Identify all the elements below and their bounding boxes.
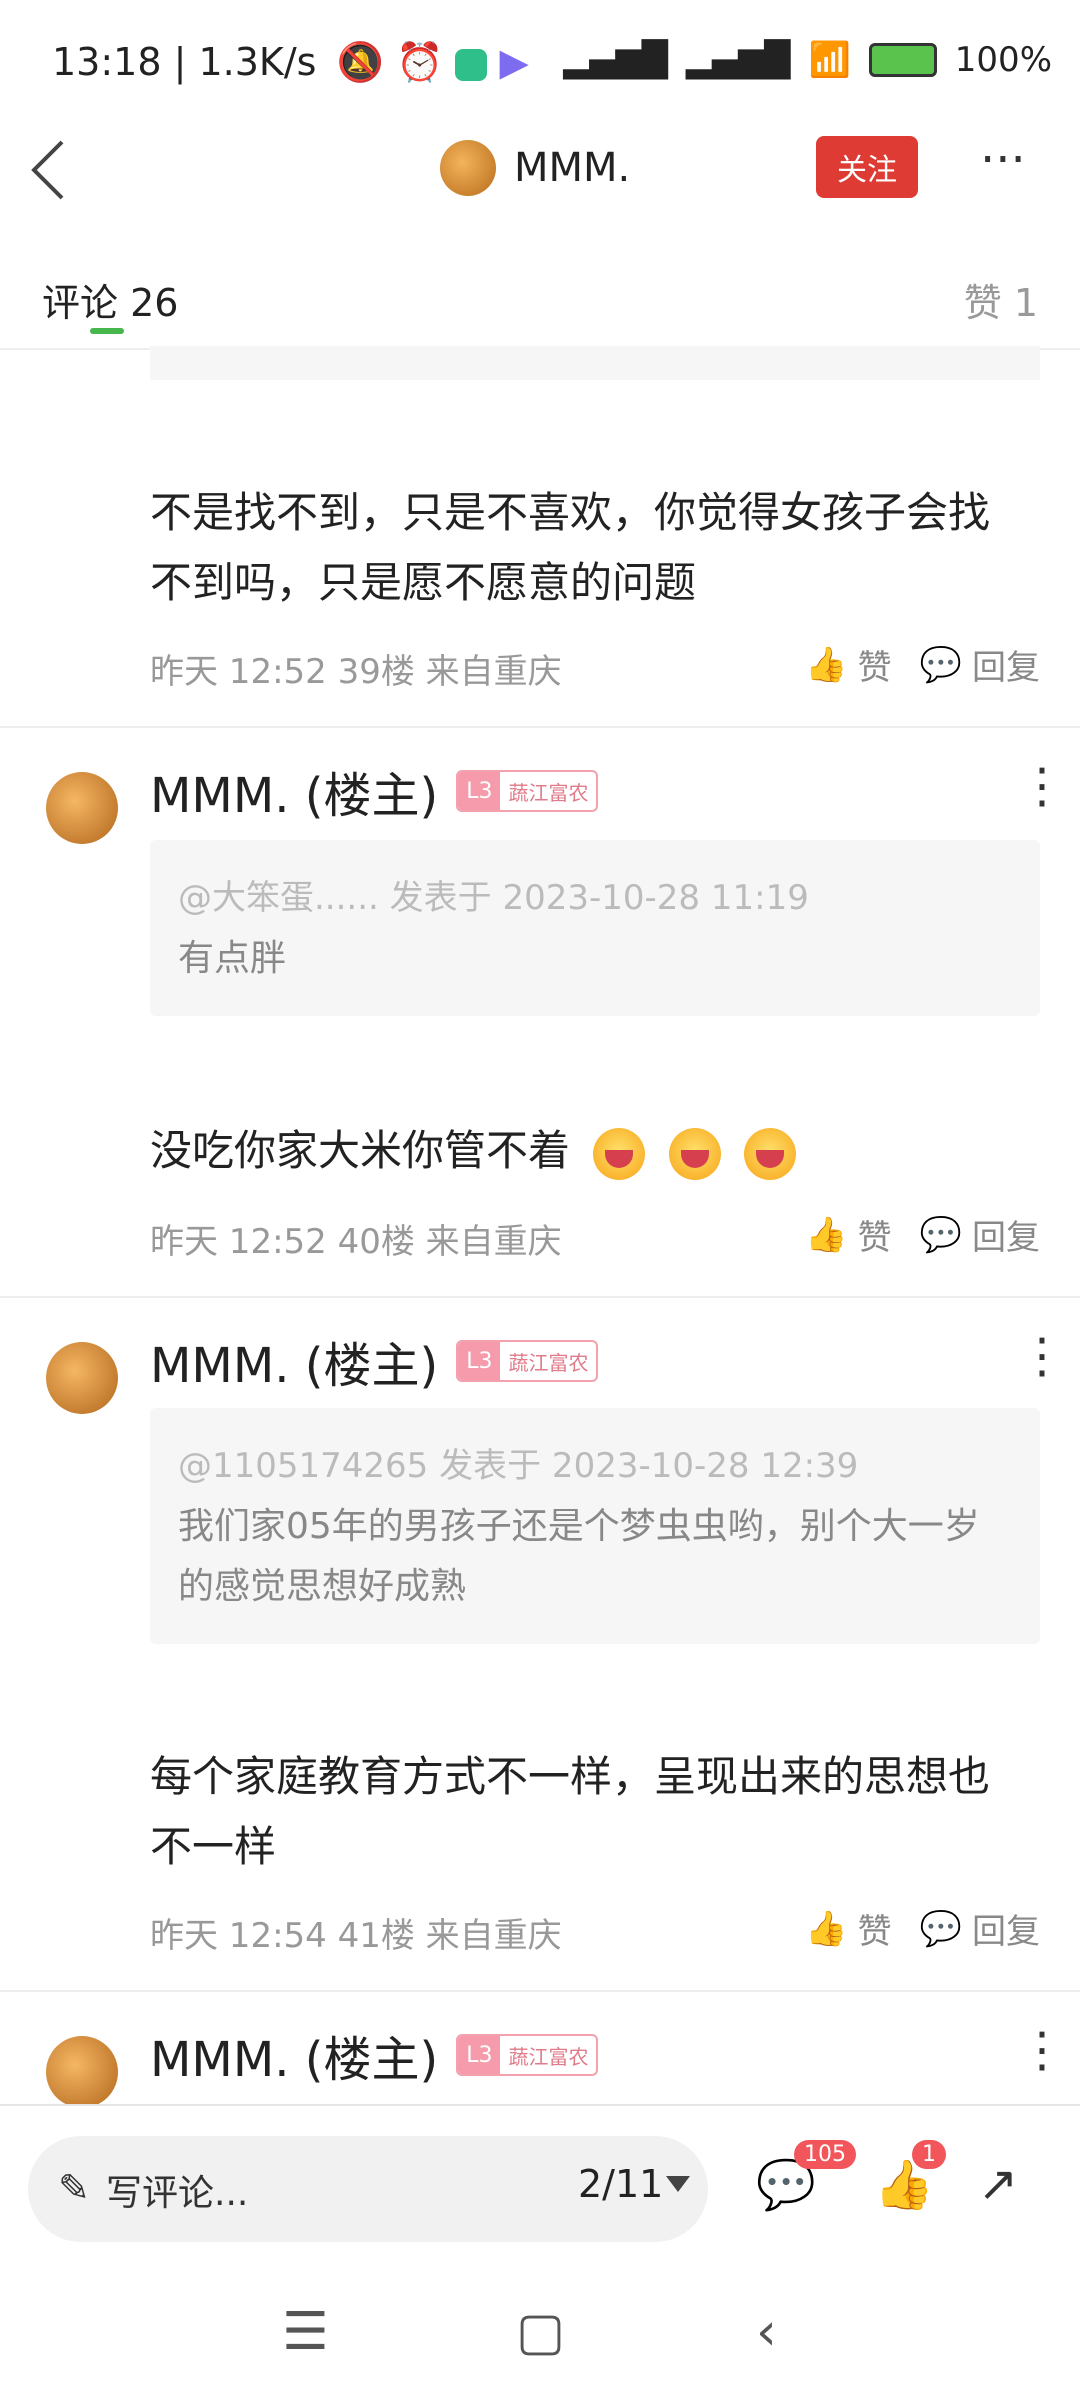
speech-bubble-icon: 💬 — [919, 1908, 962, 1949]
comments-count: 26 — [130, 281, 179, 325]
like-button[interactable]: 👍 赞 — [805, 640, 891, 689]
level-badge: L3 蔬江富农 — [456, 2034, 599, 2076]
follow-button[interactable]: 关注 — [816, 136, 918, 198]
author-row: MMM. (楼主) L3 蔬江富农 — [150, 756, 599, 826]
thumbs-up-icon: 👍 — [805, 1908, 848, 1949]
quote-ref: @大笨蛋...... 发表于 2023-10-28 11:19 — [178, 878, 809, 918]
app-icon — [455, 48, 488, 81]
share-icon[interactable]: ↗ — [978, 2156, 1018, 2212]
avatar[interactable] — [46, 2036, 118, 2108]
more-vertical-icon[interactable]: ⋮ — [1018, 758, 1066, 814]
author-row: MMM. (楼主) L3 蔬江富农 — [150, 2020, 599, 2090]
signal-icon: ▂▄▆█ — [563, 40, 668, 80]
menu-nav-icon[interactable]: ☰ — [282, 2302, 329, 2362]
divider — [0, 726, 1080, 728]
speech-bubble-icon: 💬 — [919, 1214, 962, 1255]
back-nav-icon[interactable]: ‹ — [756, 2302, 777, 2362]
comment-actions: 👍 赞 💬 回复 — [805, 1904, 1040, 1953]
author-row: MMM. (楼主) L3 蔬江富农 — [150, 1326, 599, 1396]
mute-icon: 🔕 — [336, 40, 384, 84]
quote-text: 有点胖 — [178, 938, 287, 979]
comments-count-badge: 105 — [794, 2140, 856, 2169]
quote-text: 我们家05年的男孩子还是个梦虫虫哟，别个大一岁的感觉思想好成熟 — [178, 1506, 980, 1607]
caret-down-icon[interactable] — [666, 2176, 690, 2192]
avatar[interactable] — [440, 140, 496, 196]
back-button[interactable] — [20, 130, 80, 210]
more-options-icon[interactable]: ··· — [980, 136, 1050, 190]
comment-actions: 👍 赞 💬 回复 — [805, 640, 1040, 689]
quote-block[interactable]: @1105174265 发表于 2023-10-28 12:39 我们家05年的… — [150, 1408, 1040, 1644]
wifi-icon: 📶 — [808, 40, 851, 80]
battery-icon — [868, 43, 937, 77]
comment-meta: 昨天 12:52 40楼 来自重庆 — [150, 1222, 562, 1262]
author-name[interactable]: MMM. (楼主) — [150, 2020, 438, 2090]
thumbs-up-icon: 👍 — [805, 1214, 848, 1255]
thumbs-up-icon: 👍 — [805, 644, 848, 685]
comment-text: 不是找不到，只是不喜欢，你觉得女孩子会找不到吗，只是愿不愿意的问题 — [150, 488, 991, 607]
home-nav-icon[interactable]: ▢ — [516, 2302, 565, 2362]
comment-body: 没吃你家大米你管不着 — [150, 1116, 1030, 1186]
divider — [0, 1296, 1080, 1298]
author-name[interactable]: MMM. (楼主) — [150, 756, 438, 826]
signal-icon: ▂▄▆█ — [685, 40, 791, 80]
tab-indicator — [90, 328, 124, 334]
laughing-emoji-icon — [668, 1127, 721, 1180]
reply-button[interactable]: 💬 回复 — [920, 1904, 1040, 1953]
quote-block-partial — [150, 346, 1040, 380]
avatar[interactable] — [46, 1342, 118, 1414]
tab-likes[interactable]: 赞 1 — [964, 272, 1038, 327]
divider — [0, 1990, 1080, 1992]
quote-block[interactable]: @大笨蛋...... 发表于 2023-10-28 11:19 有点胖 — [150, 840, 1040, 1016]
comment-text: 每个家庭教育方式不一样，呈现出来的思想也不一样 — [150, 1752, 991, 1871]
comment-input-placeholder: 写评论... — [106, 2173, 249, 2214]
laughing-emoji-icon — [744, 1127, 797, 1180]
page-indicator[interactable]: 2/11 — [578, 2162, 663, 2206]
avatar[interactable] — [46, 772, 118, 844]
tab-comments[interactable]: 评论 26 — [42, 272, 178, 327]
laughing-emoji-icon — [593, 1127, 646, 1180]
battery-percentage: 100% — [954, 40, 1052, 80]
speech-bubble-icon: 💬 — [919, 644, 962, 685]
more-vertical-icon[interactable]: ⋮ — [1018, 1328, 1066, 1384]
comment-text: 没吃你家大米你管不着 — [150, 1126, 571, 1175]
author-name[interactable]: MMM. (楼主) — [150, 1326, 438, 1396]
comment-actions: 👍 赞 💬 回复 — [805, 1210, 1040, 1259]
status-right: ▂▄▆█ ▂▄▆█ 📶 100% — [563, 40, 1052, 80]
status-bar: 13:18 | 1.3K/s 🔕 ⏰ ▶ ▂▄▆█ ▂▄▆█ 📶 100% — [0, 0, 1080, 120]
alarm-icon: ⏰ — [395, 40, 444, 84]
quote-ref: @1105174265 发表于 2023-10-28 12:39 — [178, 1446, 859, 1486]
more-vertical-icon[interactable]: ⋮ — [1018, 2022, 1066, 2078]
header-title-group: MMM. — [440, 140, 630, 196]
page-title: MMM. — [514, 145, 631, 191]
level-badge: L3 蔬江富农 — [456, 770, 599, 812]
like-button[interactable]: 👍 赞 — [805, 1904, 891, 1953]
status-time: 13:18 | 1.3K/s 🔕 ⏰ ▶ — [52, 40, 529, 84]
pencil-icon: ✎ — [58, 2166, 90, 2210]
like-button[interactable]: 👍 赞 — [805, 1210, 891, 1259]
like-count-badge: 1 — [912, 2140, 946, 2169]
reply-button[interactable]: 💬 回复 — [920, 1210, 1040, 1259]
level-badge: L3 蔬江富农 — [456, 1340, 599, 1382]
reply-button[interactable]: 💬 回复 — [920, 640, 1040, 689]
comment-meta: 昨天 12:54 41楼 来自重庆 — [150, 1916, 562, 1956]
back-arrow-icon — [31, 140, 64, 200]
play-icon: ▶ — [499, 40, 529, 84]
comment-meta: 昨天 12:52 39楼 来自重庆 — [150, 652, 562, 692]
